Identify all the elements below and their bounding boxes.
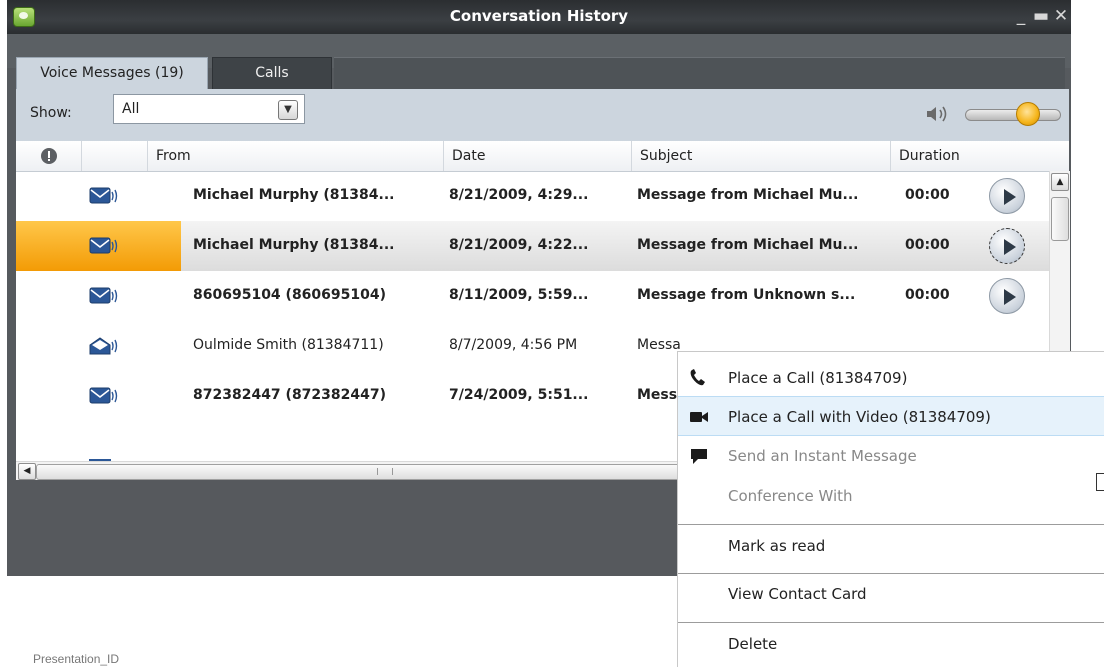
envelope-open-icon	[89, 337, 118, 355]
envelope-closed-icon	[89, 237, 118, 254]
menu-separator	[678, 524, 1104, 525]
show-filter-value: All	[122, 101, 140, 117]
horizontal-scroll-thumb[interactable]	[36, 464, 738, 480]
envelope-closed-icon	[89, 387, 118, 404]
menu-item-mark-as-read[interactable]: Mark as read	[678, 526, 1104, 566]
envelope-closed-icon	[89, 287, 118, 304]
show-filter-select[interactable]: All ▼	[113, 94, 305, 124]
menu-item-label: Mark as read	[728, 537, 826, 555]
column-header-date[interactable]: Date	[444, 141, 632, 171]
menu-item-view-contact-card[interactable]: View Contact Card	[678, 574, 1104, 614]
chat-bubble-icon	[691, 449, 707, 464]
video-camera-icon	[690, 412, 708, 422]
column-header-duration[interactable]: Duration	[891, 141, 1049, 171]
menu-item-label: Place a Call with Video (81384709)	[728, 408, 991, 426]
menu-item-delete[interactable]: Delete	[678, 624, 1104, 664]
volume-slider-track[interactable]	[965, 109, 1061, 121]
show-label: Show:	[30, 105, 72, 121]
menu-item-label: View Contact Card	[728, 585, 867, 603]
row-subject: Message from Michael Mu...	[637, 187, 859, 203]
menu-item-place-video-call[interactable]: Place a Call with Video (81384709)	[678, 396, 1104, 436]
menu-item-label: Conference With	[728, 487, 853, 505]
row-date: 8/11/2009, 5:59...	[449, 287, 589, 303]
row-date: 8/7/2009, 4:56 PM	[449, 337, 578, 353]
minimize-button[interactable]: _	[1011, 6, 1031, 26]
row-date: 8/21/2009, 4:29...	[449, 187, 589, 203]
tab-voice-messages[interactable]: Voice Messages (19)	[16, 57, 208, 90]
footer-presentation-id: Presentation_ID	[33, 652, 120, 666]
row-subject: Message from Unknown s...	[637, 287, 856, 303]
row-from: 872382447 (872382447)	[193, 387, 387, 403]
scroll-left-icon[interactable]: ◀	[18, 463, 36, 480]
row-date: 8/21/2009, 4:22...	[449, 237, 589, 253]
column-header-type[interactable]	[82, 141, 148, 171]
row-subject: Messa	[637, 337, 681, 353]
row-subject: Mess	[637, 387, 678, 403]
menu-item-conference-with[interactable]: Conference With	[678, 476, 1104, 516]
play-button[interactable]	[989, 178, 1025, 214]
tab-strip-filler	[334, 57, 1065, 89]
row-from: Michael Murphy (81384...	[193, 187, 395, 203]
play-button[interactable]	[989, 228, 1025, 264]
window-title: Conversation History	[449, 7, 629, 25]
menu-item-send-instant-message[interactable]: Send an Instant Message	[678, 436, 1104, 476]
row-subject: Message from Michael Mu...	[637, 237, 859, 253]
envelope-closed-icon	[89, 187, 118, 204]
menu-separator	[678, 622, 1104, 623]
scroll-grip-icon	[377, 468, 393, 475]
row-date: 7/24/2009, 5:51...	[449, 387, 589, 403]
table-row[interactable]: 860695104 (860695104) 8/11/2009, 5:59...…	[16, 271, 1049, 321]
grid-header: From Date Subject Duration	[16, 141, 1069, 172]
table-row-selected[interactable]: Michael Murphy (81384... 8/21/2009, 4:22…	[16, 221, 1049, 271]
column-header-importance[interactable]	[16, 141, 82, 171]
row-duration: 00:00	[905, 237, 950, 253]
row-from: Oulmide Smith (81384711)	[193, 337, 384, 353]
row-from: 860695104 (860695104)	[193, 287, 387, 303]
play-button[interactable]	[989, 278, 1025, 314]
close-button[interactable]: ✕	[1051, 6, 1071, 26]
menu-item-label: Send an Instant Message	[728, 447, 917, 465]
column-header-from[interactable]: From	[148, 141, 444, 171]
row-from: Michael Murphy (81384...	[193, 237, 395, 253]
tab-calls[interactable]: Calls	[212, 57, 332, 91]
row-duration: 00:00	[905, 287, 950, 303]
phone-icon	[690, 369, 705, 386]
vertical-scroll-thumb[interactable]	[1051, 197, 1069, 241]
scroll-up-icon[interactable]: ▲	[1051, 173, 1069, 191]
column-header-subject[interactable]: Subject	[632, 141, 891, 171]
menu-item-label: Delete	[728, 635, 778, 653]
clipped-element	[1096, 473, 1104, 491]
title-bar[interactable]: Conversation History _ ▬ ✕	[7, 0, 1071, 34]
speaker-volume-icon[interactable]	[925, 104, 951, 124]
importance-icon	[40, 148, 57, 164]
menu-item-label: Place a Call (81384709)	[728, 369, 908, 387]
maximize-button[interactable]: ▬	[1031, 6, 1051, 26]
row-duration: 00:00	[905, 187, 950, 203]
context-menu: Place a Call (81384709) Place a Call wit…	[677, 351, 1104, 667]
menu-item-place-call[interactable]: Place a Call (81384709)	[678, 358, 1104, 398]
table-row[interactable]: Michael Murphy (81384... 8/21/2009, 4:29…	[16, 171, 1049, 221]
chevron-down-icon[interactable]: ▼	[278, 100, 298, 120]
